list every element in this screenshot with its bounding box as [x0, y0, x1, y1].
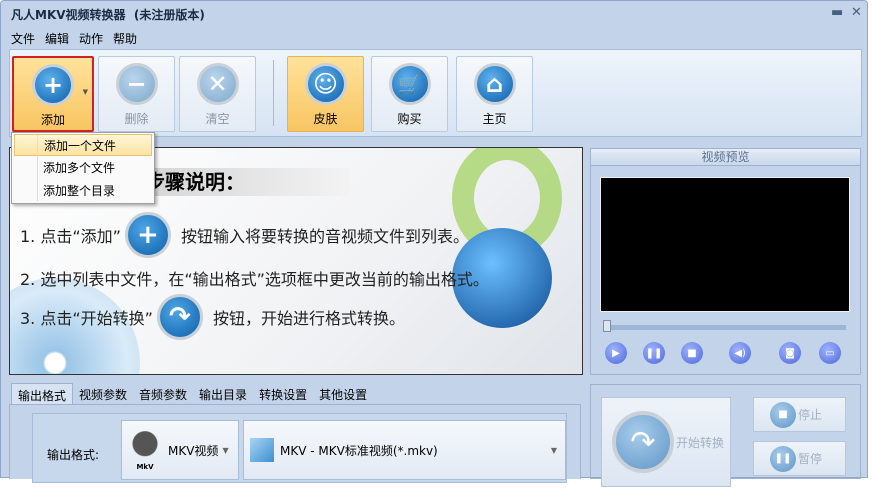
- menu-edit[interactable]: 编辑: [45, 30, 69, 47]
- category-select[interactable]: MkV MKV视频 ▼: [121, 420, 239, 480]
- pause-icon: ❚❚: [770, 445, 796, 472]
- add-dropdown-menu: 添加一个文件 添加多个文件 添加整个目录: [11, 132, 155, 204]
- output-format-group: 输出格式: MkV MKV视频 ▼ MKV - MKV标准视频(*.mkv) ▼: [32, 413, 567, 483]
- settings-tabs: 输出格式 视频参数 音频参数 输出目录 转换设置 其他设置: [11, 383, 373, 405]
- minus-icon: −: [115, 63, 158, 105]
- step-1: 1. 点击“添加” + 按钮输入将要转换的音视频文件到列表。: [20, 212, 469, 258]
- output-format-label: 输出格式:: [47, 448, 100, 462]
- tab-output-dir[interactable]: 输出目录: [193, 383, 253, 405]
- clear-label: 清空: [205, 112, 230, 126]
- plus-icon: +: [32, 64, 74, 106]
- video-preview-panel: 视频预览 ▶ ❚❚ ■ ◀) ◙ ▭: [590, 148, 861, 375]
- step-1-text-2: 按钮输入将要转换的音视频文件到列表。: [180, 227, 469, 246]
- box-icon: [250, 438, 274, 462]
- tab-output-format[interactable]: 输出格式: [11, 383, 74, 405]
- add-label: 添加: [40, 113, 65, 127]
- start-label: 开始转换: [676, 435, 725, 450]
- toolbar: + 添加 ▼ − 删除 ✕ 清空 ☺ 皮肤 🛒 购买 ⌂ 主页: [9, 49, 862, 137]
- tab-video-params[interactable]: 视频参数: [73, 383, 133, 405]
- stop-button[interactable]: ■ 停止: [753, 397, 846, 432]
- tab-other-settings[interactable]: 其他设置: [313, 383, 373, 405]
- stop-icon[interactable]: ■: [681, 342, 703, 364]
- play-icon[interactable]: ▶: [605, 342, 627, 364]
- delete-button[interactable]: − 删除: [98, 56, 175, 132]
- cart-icon: 🛒: [388, 63, 431, 105]
- step-3: 3. 点击“开始转换” ↷ 按钮，开始进行格式转换。: [20, 294, 405, 340]
- smiley-icon: ☺: [304, 63, 347, 105]
- step-3-text: 3. 点击“开始转换”: [20, 309, 153, 328]
- stop-label: 停止: [798, 408, 823, 422]
- pause-button[interactable]: ❚❚ 暂停: [753, 441, 846, 476]
- chevron-down-icon[interactable]: ▼: [83, 88, 88, 96]
- home-button[interactable]: ⌂ 主页: [456, 56, 533, 132]
- seek-handle[interactable]: [603, 320, 611, 332]
- tab-convert-settings[interactable]: 转换设置: [253, 383, 313, 405]
- step-1-text: 1. 点击“添加”: [20, 227, 121, 246]
- close-button[interactable]: ✕: [851, 5, 862, 20]
- menu-file[interactable]: 文件: [11, 30, 35, 47]
- step-3-text-2: 按钮，开始进行格式转换。: [212, 309, 405, 328]
- toolbar-separator: [273, 60, 274, 126]
- menu-action[interactable]: 动作: [79, 30, 103, 47]
- add-button[interactable]: + 添加 ▼: [12, 56, 94, 132]
- minimize-button[interactable]: ▬: [831, 5, 843, 20]
- folder-icon[interactable]: ▭: [819, 342, 841, 364]
- menu-add-folder[interactable]: 添加整个目录: [14, 180, 152, 202]
- volume-icon[interactable]: ◀): [729, 342, 751, 364]
- chevron-down-icon: ▼: [550, 445, 557, 455]
- tab-audio-params[interactable]: 音频参数: [133, 383, 193, 405]
- delete-label: 删除: [124, 112, 149, 126]
- pause-label: 暂停: [798, 452, 823, 466]
- mkv-icon-text: MkV: [136, 463, 154, 471]
- film-reel-icon: MkV: [122, 429, 168, 471]
- registration-status: (未注册版本): [133, 8, 205, 22]
- step-2: 2. 选中列表中文件，在“输出格式”选项框中更改当前的输出格式。: [20, 270, 489, 289]
- conversion-controls: ↷ 开始转换 ■ 停止 ❚❚ 暂停: [590, 384, 861, 487]
- menu-add-file[interactable]: 添加一个文件: [14, 134, 152, 156]
- snapshot-icon[interactable]: ◙: [779, 342, 801, 364]
- menu-bar: 文件 编辑 动作 帮助: [11, 30, 137, 47]
- output-format-panel: 输出格式: MkV MKV视频 ▼ MKV - MKV标准视频(*.mkv) ▼: [9, 404, 581, 483]
- menu-help[interactable]: 帮助: [113, 30, 137, 47]
- chevron-down-icon: ▼: [222, 445, 229, 455]
- convert-arrow-icon: ↷: [612, 411, 674, 473]
- app-window: 凡人MKV视频转换器 (未注册版本) ▬ ✕ 文件 编辑 动作 帮助 + 添加 …: [0, 0, 868, 487]
- home-label: 主页: [482, 112, 507, 126]
- home-icon: ⌂: [473, 63, 516, 105]
- preview-title: 视频预览: [591, 149, 860, 166]
- buy-button[interactable]: 🛒 购买: [371, 56, 448, 132]
- pause-icon[interactable]: ❚❚: [643, 342, 665, 364]
- app-name: 凡人MKV视频转换器: [11, 8, 126, 22]
- format-value: MKV - MKV标准视频(*.mkv): [280, 443, 438, 458]
- buy-label: 购买: [397, 112, 422, 126]
- format-select[interactable]: MKV - MKV标准视频(*.mkv) ▼: [243, 420, 566, 480]
- window-title: 凡人MKV视频转换器 (未注册版本): [11, 6, 205, 23]
- video-screen: [600, 177, 850, 312]
- skin-label: 皮肤: [313, 112, 338, 126]
- menu-add-files[interactable]: 添加多个文件: [14, 157, 152, 179]
- seek-slider[interactable]: [604, 325, 846, 330]
- convert-arrow-icon: ↷: [156, 294, 203, 340]
- start-convert-button[interactable]: ↷ 开始转换: [601, 397, 731, 487]
- stop-icon: ■: [770, 401, 796, 428]
- skin-button[interactable]: ☺ 皮肤: [287, 56, 364, 132]
- x-icon: ✕: [196, 63, 239, 105]
- category-value: MKV视频: [168, 443, 219, 458]
- clear-button[interactable]: ✕ 清空: [179, 56, 256, 132]
- plus-icon: +: [124, 212, 171, 258]
